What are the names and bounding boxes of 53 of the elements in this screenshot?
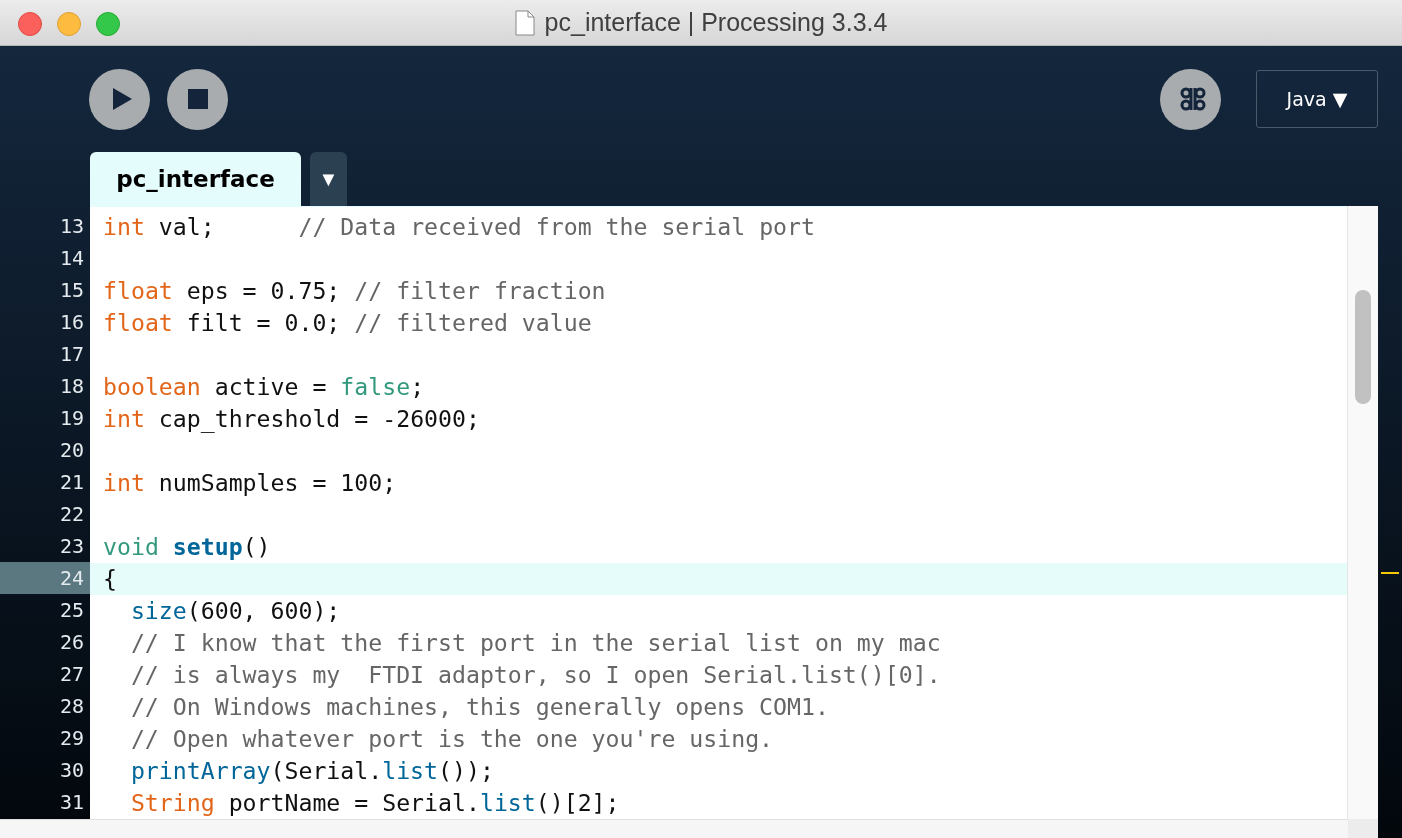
code-line: boolean active = false; — [103, 373, 425, 400]
code-line: float eps = 0.75; // filter fraction — [103, 277, 606, 304]
line-marker — [1381, 572, 1399, 574]
scrollbar[interactable] — [1347, 206, 1378, 819]
code-line: void setup() — [103, 533, 271, 560]
line-number: 19 — [58, 405, 85, 432]
line-number: 25 — [58, 597, 85, 624]
code-line: printArray(Serial.list()); — [129, 757, 494, 784]
play-icon — [110, 87, 133, 111]
code-line: // Open whatever port is the one you're using. — [129, 725, 774, 752]
close-button[interactable] — [18, 12, 42, 36]
line-number: 16 — [58, 309, 85, 336]
line-number: 31 — [58, 789, 85, 816]
code-line: float filt = 0.0; // filtered value — [103, 309, 592, 336]
stop-button[interactable] — [167, 68, 228, 130]
line-number: 18 — [58, 373, 85, 400]
scrollbar-corner — [1348, 819, 1378, 838]
code-line: { — [103, 565, 117, 592]
scrollbar-thumb[interactable] — [1355, 290, 1371, 404]
stop-icon — [187, 89, 208, 109]
line-number: 28 — [58, 693, 85, 720]
code-line: size(600, 600); — [129, 597, 341, 624]
line-number: 27 — [58, 661, 85, 688]
line-number: 26 — [58, 629, 85, 656]
line-number: 17 — [58, 341, 85, 368]
code-line: int val; // Data received from the serial port — [103, 213, 815, 240]
zoom-button[interactable] — [96, 12, 120, 36]
line-number: 15 — [58, 277, 85, 304]
line-number: 23 — [58, 533, 85, 560]
run-button[interactable] — [89, 68, 150, 130]
line-number: 13 — [58, 213, 85, 240]
horizontal-scrollbar[interactable] — [0, 819, 1348, 838]
line-number: 14 — [58, 245, 85, 272]
sketch-tab[interactable]: pc_interface — [90, 152, 301, 206]
code-line: int cap_threshold = -26000; — [103, 405, 480, 432]
line-number: 30 — [58, 757, 85, 784]
code-line: // I know that the first port in the serial list on my mac — [129, 629, 941, 656]
code-area[interactable] — [90, 206, 1347, 819]
line-number: 20 — [58, 437, 85, 464]
tab-menu-button[interactable]: ▼ — [310, 152, 347, 206]
code-line: // On Windows machines, this generally opens COM1. — [129, 693, 829, 720]
code-line: int numSamples = 100; — [103, 469, 397, 496]
window-title: pc_interface | Processing 3.3.4 — [544, 8, 888, 37]
code-line: String portName = Serial.list()[2]; — [129, 789, 620, 816]
code-line: // is always my FTDI adaptor, so I open Serial.list()[0]. — [129, 661, 941, 688]
document-icon — [514, 9, 535, 36]
line-number: 29 — [58, 725, 85, 752]
line-number: 21 — [58, 469, 85, 496]
minimize-button[interactable] — [57, 12, 81, 36]
mode-dropdown[interactable]: Java ▼ — [1256, 70, 1378, 128]
line-number: 24 — [0, 562, 90, 594]
debugger-button[interactable] — [1160, 68, 1221, 130]
line-number: 22 — [58, 501, 85, 528]
